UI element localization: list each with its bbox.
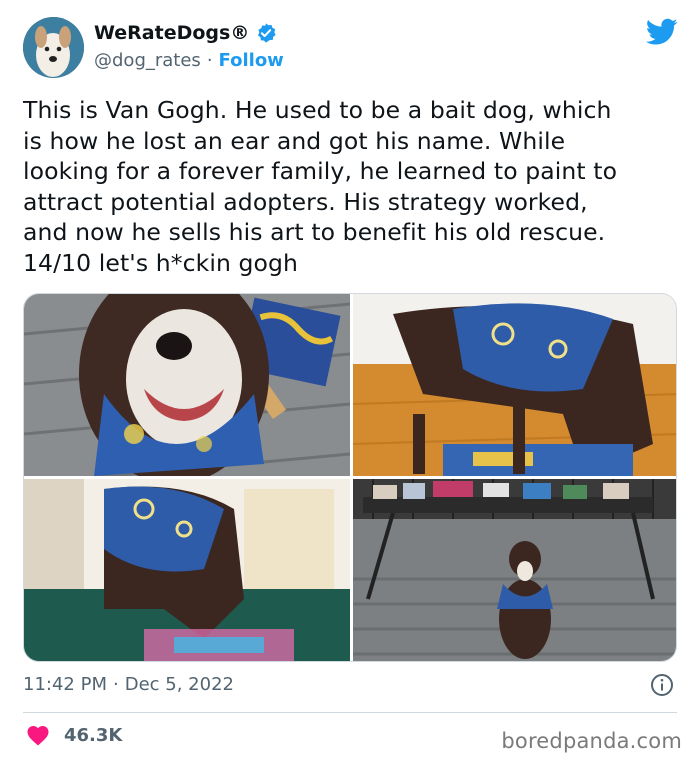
tweet-line: attract potential adopters. His strategy… bbox=[23, 187, 588, 216]
author-handle[interactable]: @dog_rates bbox=[94, 50, 201, 71]
photo-dog-green-mat[interactable] bbox=[24, 479, 350, 661]
photo-dog-painting-floor[interactable] bbox=[353, 294, 676, 476]
watermark: boredpanda.com bbox=[501, 729, 682, 753]
avatar[interactable] bbox=[23, 17, 84, 78]
tweet-line: and now he sells his art to benefit his … bbox=[23, 218, 606, 246]
timestamp-separator: · bbox=[112, 674, 119, 695]
tweet-time: 11:42 PM bbox=[23, 674, 107, 695]
heart-icon bbox=[27, 726, 49, 746]
info-icon[interactable] bbox=[650, 673, 674, 697]
like-button[interactable]: 46.3K bbox=[26, 724, 122, 746]
follow-button[interactable]: Follow bbox=[219, 50, 284, 71]
tweet-text: This is Van Gogh. He used to be a bait d… bbox=[23, 95, 683, 278]
avatar-dog-image bbox=[23, 17, 84, 78]
tweet-line: looking for a forever family, he learned… bbox=[23, 157, 618, 185]
author-name-row: WeRateDogs® bbox=[94, 22, 277, 44]
tweet-date: Dec 5, 2022 bbox=[124, 674, 234, 695]
media-grid bbox=[23, 293, 677, 662]
tweet-timestamp[interactable]: 11:42 PM · Dec 5, 2022 bbox=[23, 674, 234, 695]
divider bbox=[23, 712, 677, 713]
tweet-line: 14/10 let's h*ckin gogh bbox=[23, 248, 299, 277]
photo-dog-art-table[interactable] bbox=[353, 479, 676, 661]
tweet-line: This is Van Gogh. He used to be a bait d… bbox=[23, 96, 612, 124]
tweet-line: is how he lost an ear and got his name. … bbox=[23, 126, 566, 155]
handle-row: @dog_rates · Follow bbox=[94, 50, 284, 71]
photo-dog-closeup[interactable] bbox=[24, 294, 350, 476]
verified-badge-icon bbox=[258, 23, 276, 43]
twitter-bird-icon[interactable] bbox=[646, 18, 678, 46]
like-count: 46.3K bbox=[64, 724, 123, 746]
handle-separator: · bbox=[206, 50, 213, 71]
display-name[interactable]: WeRateDogs® bbox=[94, 22, 249, 44]
